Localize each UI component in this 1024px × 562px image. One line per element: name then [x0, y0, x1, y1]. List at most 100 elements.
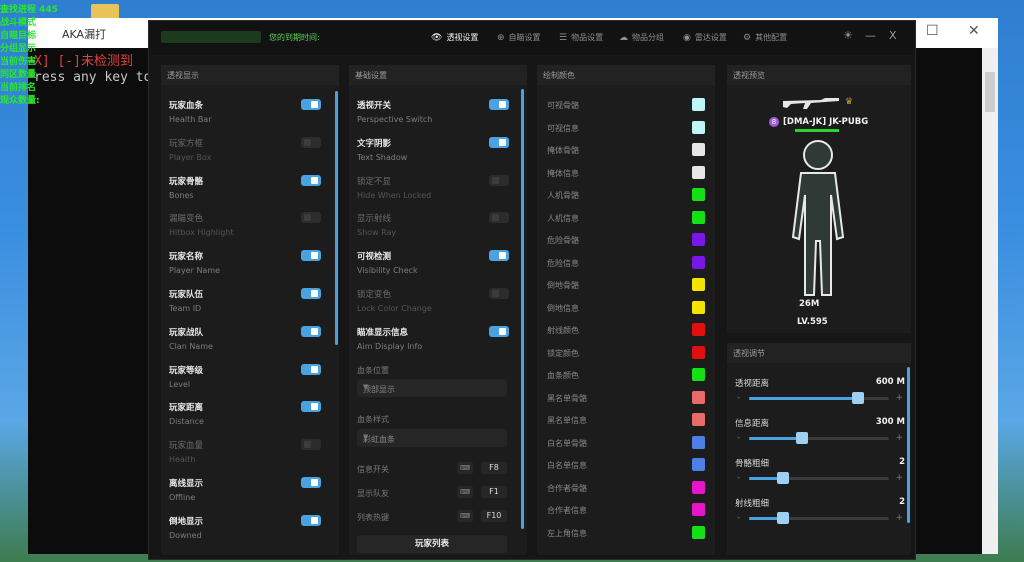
color-row: 可视骨骼	[547, 98, 707, 114]
color-label: 危险骨骼	[547, 236, 579, 245]
tab-4[interactable]: ◉ 雷达设置	[683, 32, 727, 43]
toggle-switch[interactable]	[301, 401, 321, 413]
toggle-switch[interactable]	[301, 212, 321, 224]
slider-thumb[interactable]	[796, 432, 809, 444]
toggle-switch[interactable]	[489, 174, 509, 186]
color-swatch[interactable]	[692, 323, 705, 336]
slider-track[interactable]	[749, 392, 889, 404]
slider-thumb[interactable]	[776, 472, 789, 484]
tab-5[interactable]: ⚙ 其他配置	[743, 32, 787, 43]
keyboard-icon: ⌨	[457, 462, 473, 474]
toggle-switch[interactable]	[489, 99, 509, 110]
minus-icon[interactable]: -	[737, 513, 740, 523]
minus-icon[interactable]: -	[737, 433, 740, 443]
toggle-knob	[499, 327, 506, 335]
player-list-button[interactable]: 玩家列表	[357, 535, 507, 553]
scrollbar[interactable]	[335, 91, 338, 345]
minus-icon[interactable]: -	[737, 393, 740, 403]
option-sublabel: Clan Name	[169, 341, 213, 351]
overlay-line: 自瞄目标	[0, 31, 37, 41]
theme-icon[interactable]: ☀	[843, 29, 853, 42]
expiry-label: 您的到期时间:	[269, 33, 320, 42]
color-swatch[interactable]	[692, 300, 705, 314]
color-swatch[interactable]	[692, 98, 705, 111]
slider-label: 骨骼粗细	[735, 459, 770, 469]
color-swatch[interactable]	[692, 278, 705, 291]
color-row: 掩体骨骼	[547, 143, 707, 159]
color-swatch[interactable]	[692, 435, 705, 449]
slider-track[interactable]	[749, 432, 889, 444]
color-swatch[interactable]	[692, 233, 705, 246]
slider-thumb[interactable]	[776, 512, 789, 524]
toggle-switch[interactable]	[301, 288, 321, 299]
scrollbar[interactable]	[521, 89, 524, 529]
toggle-switch[interactable]	[489, 250, 509, 262]
toggle-switch[interactable]	[301, 514, 321, 526]
color-swatch[interactable]	[692, 458, 705, 471]
toggle-switch[interactable]	[489, 325, 509, 337]
hotkey-value[interactable]: F10	[481, 510, 507, 522]
color-swatch[interactable]	[692, 165, 705, 179]
color-label: 射线颜色	[547, 326, 579, 335]
toggle-switch[interactable]	[301, 325, 321, 337]
scrollbar[interactable]	[907, 367, 910, 523]
hotkey-value[interactable]: F1	[481, 486, 507, 498]
color-swatch[interactable]	[692, 210, 705, 224]
close-button[interactable]: X	[889, 29, 897, 42]
color-row: 合作者骨骼	[547, 480, 707, 497]
toggle-knob	[311, 176, 318, 184]
color-swatch[interactable]	[692, 503, 705, 516]
color-swatch[interactable]	[692, 255, 705, 269]
minimize-button[interactable]: —	[865, 29, 876, 42]
tab-3[interactable]: ☁ 物品分组	[619, 32, 664, 43]
color-swatch[interactable]	[692, 413, 705, 426]
toggle-knob	[311, 101, 318, 108]
plus-icon[interactable]: +	[895, 473, 903, 483]
toggle-switch[interactable]	[301, 99, 321, 110]
console-scrollbar[interactable]	[982, 48, 998, 554]
color-swatch[interactable]	[692, 525, 705, 539]
color-swatch[interactable]	[692, 143, 705, 156]
top-bar: 您的到期时间: 👁 透视设置 ⊕ 自瞄设置 ☰ 物品设置 ☁ 物品分组 ◉ 雷达设置 ⚙ 其他配置 ☀…	[149, 21, 915, 55]
color-swatch[interactable]	[692, 368, 705, 381]
toggle-switch[interactable]	[301, 250, 321, 262]
slider-track[interactable]	[749, 472, 889, 484]
toggle-switch[interactable]	[301, 136, 321, 148]
level-label: LV.595	[797, 317, 828, 327]
option-sublabel: Visibility Check	[357, 266, 418, 276]
color-swatch[interactable]	[692, 188, 705, 201]
color-swatch[interactable]	[692, 480, 705, 494]
option-label: 倒地显示	[169, 516, 204, 527]
hotkey-value[interactable]: F8	[481, 462, 507, 474]
slider-track[interactable]	[749, 512, 889, 524]
tab-2[interactable]: ☰ 物品设置	[559, 32, 603, 43]
plus-icon[interactable]: +	[895, 513, 903, 523]
color-swatch[interactable]	[692, 120, 705, 134]
toggle-switch[interactable]	[301, 477, 321, 488]
tab-0[interactable]: 👁 透视设置	[431, 32, 478, 43]
color-swatch[interactable]	[692, 390, 705, 404]
toggle-switch[interactable]	[489, 288, 509, 299]
plus-icon[interactable]: +	[895, 433, 903, 443]
health-pos-select[interactable]: 顶部显示 ▼	[357, 379, 507, 397]
toggle-switch[interactable]	[301, 439, 321, 451]
maximize-icon[interactable]: ☐	[926, 23, 939, 39]
toggle-knob	[499, 252, 506, 260]
minus-icon[interactable]: -	[737, 473, 740, 483]
slider-thumb[interactable]	[852, 392, 865, 404]
slider-label: 透视距离	[735, 379, 770, 389]
health-pos-label: 血条位置	[357, 366, 389, 375]
toggle-switch[interactable]	[489, 136, 509, 148]
option-label: 玩家队伍	[169, 290, 204, 300]
option-label: 离线显示	[169, 479, 204, 489]
close-icon[interactable]: ✕	[968, 23, 980, 39]
tab-1[interactable]: ⊕ 自瞄设置	[497, 32, 541, 43]
console-title: AKA漏打	[62, 28, 107, 41]
health-style-select[interactable]: 彩虹血条 ▼	[357, 429, 507, 447]
toggle-switch[interactable]	[489, 212, 509, 224]
color-swatch[interactable]	[692, 345, 705, 359]
toggle-switch[interactable]	[301, 174, 321, 186]
plus-icon[interactable]: +	[895, 393, 903, 403]
toggle-switch[interactable]	[301, 363, 321, 375]
option-sublabel: Aim Display Info	[357, 341, 423, 351]
